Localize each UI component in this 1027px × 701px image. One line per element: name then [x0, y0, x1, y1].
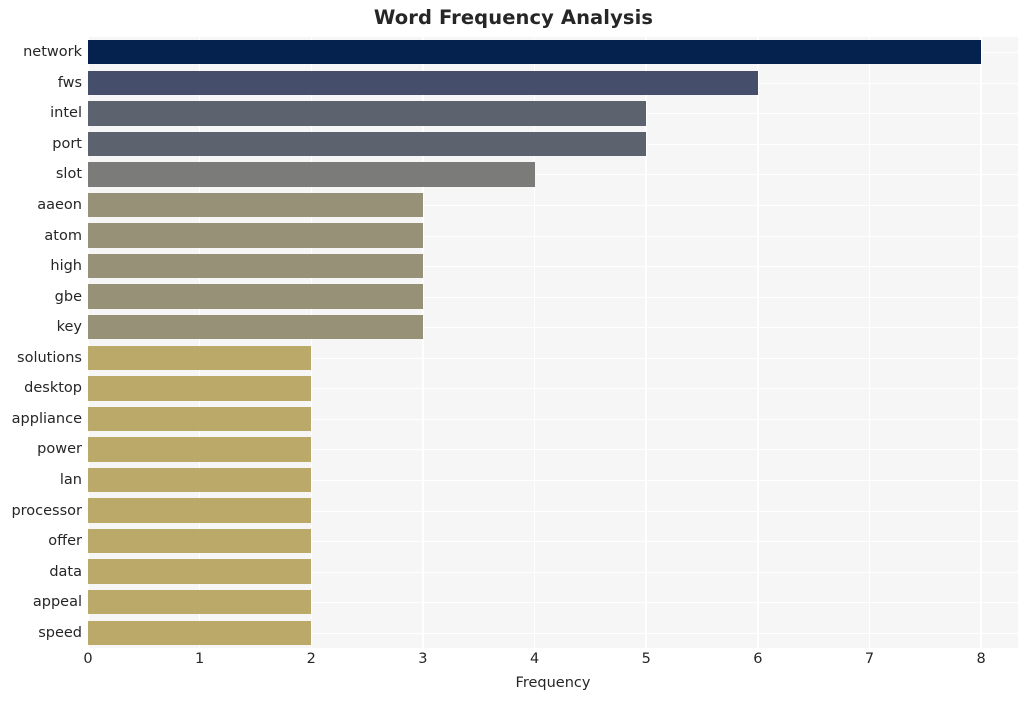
bar-intel: [88, 101, 647, 126]
y-tick-label-data: data: [49, 563, 82, 580]
y-tick-label-atom: atom: [44, 227, 82, 244]
bar-port: [88, 131, 647, 157]
chart-figure: Word Frequency Analysis network fws intel p…: [0, 0, 1027, 701]
y-tick-label-appliance: appliance: [11, 410, 82, 427]
bar-network: [88, 40, 982, 65]
y-tick-label-lan: lan: [59, 471, 82, 488]
bar-gbe: [88, 284, 423, 309]
y-axis-tick-labels: network fws intel port slot aaeon atom high gbe k…: [0, 37, 82, 648]
y-tick-label-network: network: [23, 44, 82, 61]
x-tick-label-2: 2: [306, 651, 316, 667]
y-tick-label-offer: offer: [48, 533, 82, 550]
bar-series: [88, 37, 1018, 648]
bar-processor: [88, 498, 312, 523]
y-tick-label-high: high: [50, 258, 82, 275]
bar-high: [88, 253, 423, 279]
bar-fws: [88, 70, 758, 96]
bar-power: [88, 437, 312, 462]
bar-solutions: [88, 345, 312, 370]
y-tick-label-key: key: [56, 319, 82, 336]
x-axis-label: Frequency: [515, 675, 591, 691]
bar-appliance: [88, 406, 312, 432]
y-tick-label-solutions: solutions: [17, 349, 82, 366]
y-tick-label-fws: fws: [57, 74, 82, 91]
bar-offer: [88, 528, 312, 554]
x-tick-label-4: 4: [529, 651, 540, 667]
bar-speed: [88, 620, 312, 645]
bar-lan: [88, 467, 312, 493]
y-tick-label-power: power: [37, 441, 82, 458]
plot-area: [87, 37, 1018, 648]
x-axis-tick-labels: 0 1 2 3 4 5 6 7 8: [83, 651, 1018, 674]
bar-atom: [88, 223, 423, 248]
bar-data: [88, 559, 312, 584]
y-tick-label-slot: slot: [55, 166, 82, 183]
x-tick-label-7: 7: [864, 651, 875, 667]
y-tick-label-aaeon: aaeon: [37, 197, 82, 214]
x-tick-label-1: 1: [195, 651, 205, 667]
bar-desktop: [88, 376, 312, 401]
x-tick-label-0: 0: [83, 651, 93, 667]
y-tick-label-speed: speed: [38, 624, 82, 641]
y-tick-label-appeal: appeal: [32, 594, 82, 611]
bar-appeal: [88, 589, 312, 615]
bar-slot: [88, 162, 535, 187]
y-tick-label-processor: processor: [11, 502, 82, 519]
x-tick-label-5: 5: [641, 651, 651, 667]
x-tick-label-6: 6: [753, 651, 763, 667]
bar-key: [88, 315, 423, 340]
x-tick-label-8: 8: [976, 651, 986, 667]
x-tick-label-3: 3: [418, 651, 428, 667]
chart-title: Word Frequency Analysis: [373, 6, 654, 29]
y-tick-label-port: port: [52, 135, 82, 152]
bar-aaeon: [88, 192, 423, 218]
y-tick-label-intel: intel: [50, 105, 82, 122]
y-tick-label-desktop: desktop: [24, 380, 82, 397]
y-tick-label-gbe: gbe: [54, 288, 82, 305]
